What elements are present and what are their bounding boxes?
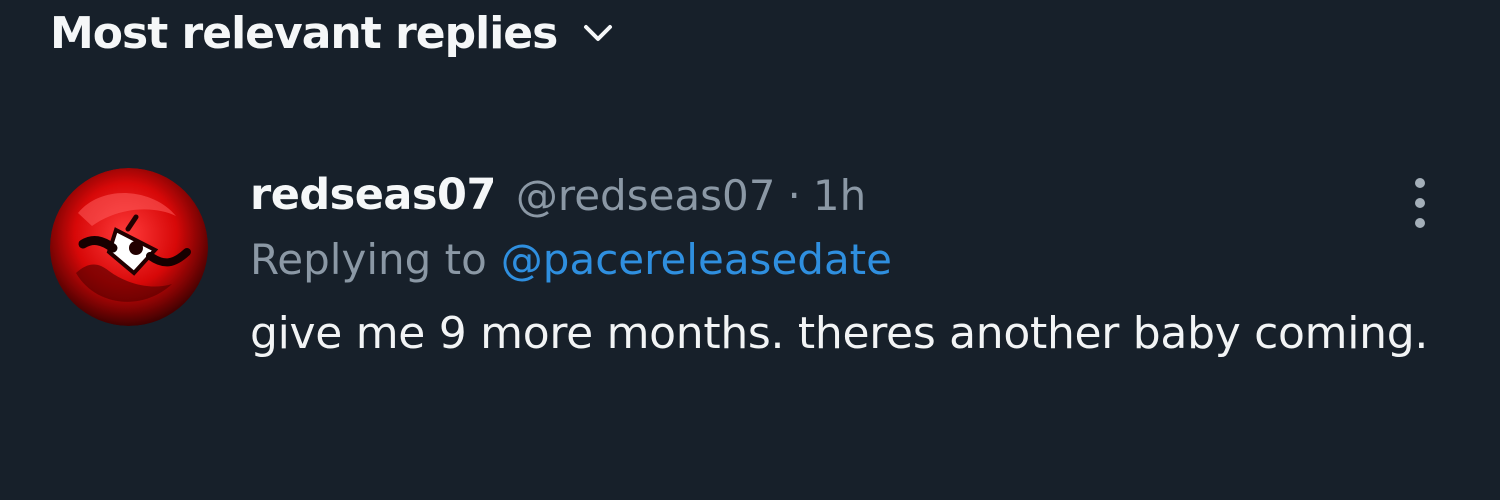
sort-replies-dropdown[interactable]: Most relevant replies [50, 2, 615, 64]
replied-user-link[interactable]: @pacereleasedate [501, 235, 892, 284]
metadata-separator: · [787, 170, 801, 220]
sort-replies-label: Most relevant replies [50, 7, 558, 59]
reply-text: give me 9 more months. theres another ba… [250, 308, 1429, 359]
user-avatar[interactable] [50, 168, 208, 326]
replying-to-line: Replying to @pacereleasedate [250, 228, 1400, 290]
display-name[interactable]: redseas07 [250, 170, 496, 220]
reply-post[interactable]: redseas07 @redseas07 · 1h Replying to @p… [50, 165, 1450, 485]
more-vertical-icon [1415, 178, 1425, 228]
reply-header: redseas07 @redseas07 · 1h [250, 165, 1400, 225]
reply-content: redseas07 @redseas07 · 1h Replying to @p… [250, 165, 1428, 371]
more-options-button[interactable] [1400, 173, 1440, 233]
chevron-down-icon [581, 21, 615, 45]
avatar-image [50, 168, 208, 326]
post-time[interactable]: 1h [813, 171, 866, 220]
user-handle[interactable]: @redseas07 [516, 171, 776, 220]
replying-to-label: Replying to [250, 234, 487, 284]
